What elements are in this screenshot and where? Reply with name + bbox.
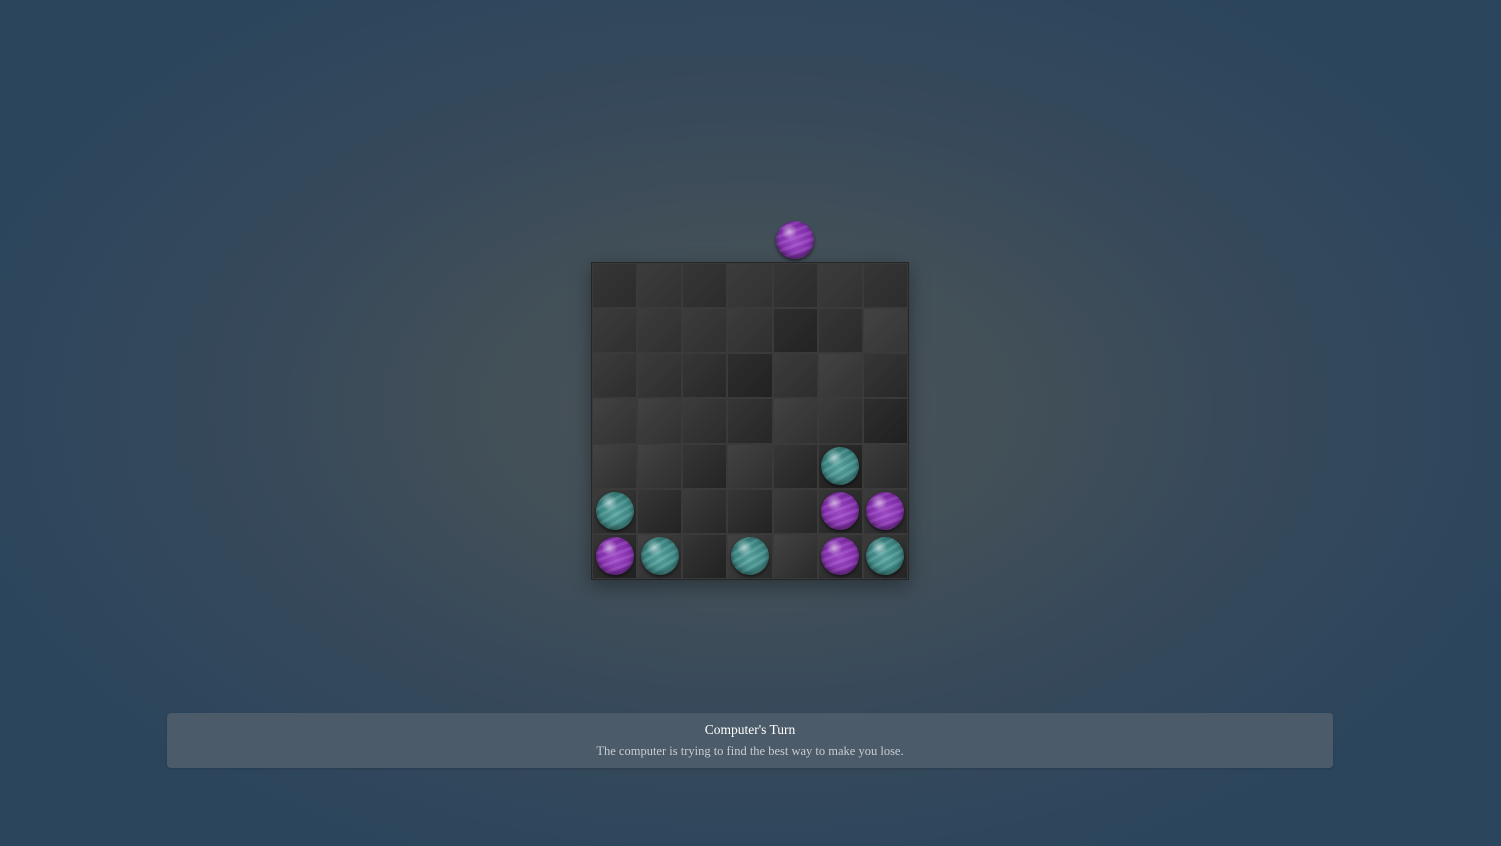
status-message: The computer is trying to find the best … [596, 744, 904, 758]
board-cell-r5-c5[interactable] [817, 488, 863, 534]
board-cell-r4-c4[interactable] [772, 443, 818, 489]
board-cell-r1-c1[interactable] [637, 308, 683, 354]
board-cell-r6-c6[interactable] [862, 533, 908, 579]
board-cell-r1-c2[interactable] [682, 308, 728, 354]
board-cell-r2-c5[interactable] [817, 353, 863, 399]
board-cell-r3-c1[interactable] [637, 398, 683, 444]
board-cell-r6-c0[interactable] [592, 533, 638, 579]
board-cell-r4-c0[interactable] [592, 443, 638, 489]
purple-piece [595, 537, 634, 576]
board-cell-r1-c6[interactable] [862, 308, 908, 354]
board-cell-r4-c3[interactable] [727, 443, 773, 489]
teal-piece [640, 537, 679, 576]
board-cell-r0-c1[interactable] [637, 263, 683, 309]
purple-piece [866, 492, 905, 531]
board-cell-r5-c4[interactable] [772, 488, 818, 534]
board-cell-r0-c4[interactable] [772, 263, 818, 309]
teal-piece [730, 537, 769, 576]
game-board[interactable] [591, 262, 909, 580]
drop-preview-piece [776, 221, 815, 259]
teal-piece [595, 492, 634, 531]
teal-piece [866, 537, 905, 576]
board-cell-r3-c6[interactable] [862, 398, 908, 444]
board-cell-r5-c6[interactable] [862, 488, 908, 534]
teal-piece [821, 447, 860, 486]
board-cell-r0-c3[interactable] [727, 263, 773, 309]
board-cell-r1-c4[interactable] [772, 308, 818, 354]
board-cell-r5-c3[interactable] [727, 488, 773, 534]
board-cell-r3-c4[interactable] [772, 398, 818, 444]
purple-piece [821, 492, 860, 531]
board-cell-r3-c5[interactable] [817, 398, 863, 444]
board-cell-r5-c0[interactable] [592, 488, 638, 534]
board-cell-r0-c0[interactable] [592, 263, 638, 309]
board-cell-r0-c5[interactable] [817, 263, 863, 309]
board-cell-r6-c3[interactable] [727, 533, 773, 579]
board-cell-r0-c2[interactable] [682, 263, 728, 309]
status-title: Computer's Turn [704, 722, 796, 737]
board-cell-r3-c0[interactable] [592, 398, 638, 444]
board-cell-r1-c3[interactable] [727, 308, 773, 354]
board-cell-r2-c0[interactable] [592, 353, 638, 399]
board-cell-r6-c5[interactable] [817, 533, 863, 579]
board-cell-r2-c6[interactable] [862, 353, 908, 399]
board-cell-r3-c2[interactable] [682, 398, 728, 444]
status-panel: Computer's Turn The computer is trying t… [167, 713, 1333, 768]
board-cell-r4-c6[interactable] [862, 443, 908, 489]
board-cell-r3-c3[interactable] [727, 398, 773, 444]
board-cell-r2-c3[interactable] [727, 353, 773, 399]
board-cell-r1-c5[interactable] [817, 308, 863, 354]
board-cell-r0-c6[interactable] [862, 263, 908, 309]
board-cell-r6-c2[interactable] [682, 533, 728, 579]
purple-piece [821, 537, 860, 576]
game-stage: Computer's Turn The computer is trying t… [0, 0, 1501, 846]
board-cell-r4-c2[interactable] [682, 443, 728, 489]
drop-preview-row[interactable] [591, 217, 909, 262]
board-cell-r2-c2[interactable] [682, 353, 728, 399]
board-cell-r4-c1[interactable] [637, 443, 683, 489]
board-cell-r1-c0[interactable] [592, 308, 638, 354]
board-cell-r5-c1[interactable] [637, 488, 683, 534]
board-cell-r2-c1[interactable] [637, 353, 683, 399]
board-cell-r5-c2[interactable] [682, 488, 728, 534]
board-cell-r2-c4[interactable] [772, 353, 818, 399]
board-cell-r6-c4[interactable] [772, 533, 818, 579]
board-cell-r4-c5[interactable] [817, 443, 863, 489]
board-cell-r6-c1[interactable] [637, 533, 683, 579]
